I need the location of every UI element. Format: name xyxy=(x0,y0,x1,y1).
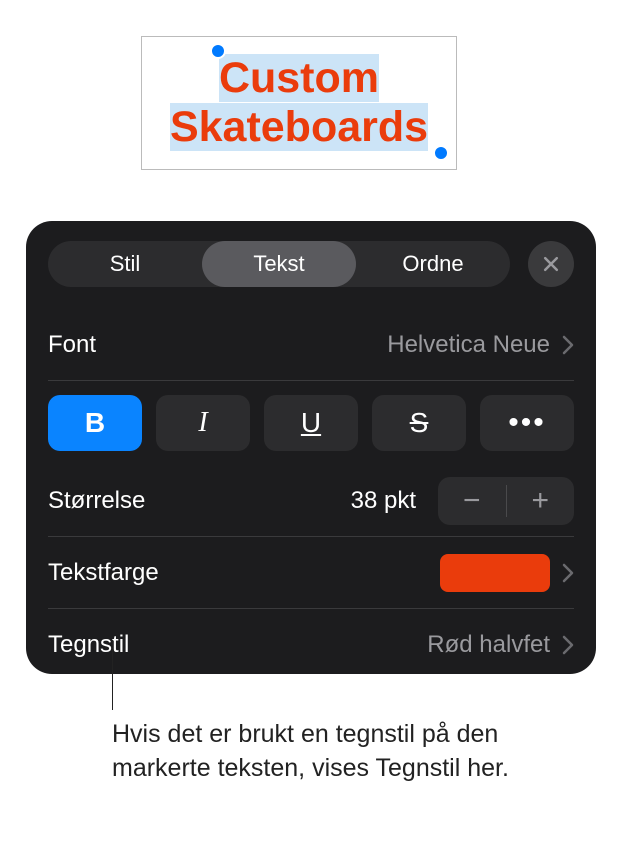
size-stepper: − + xyxy=(438,477,574,525)
close-icon xyxy=(541,254,561,274)
rows-container: Font Helvetica Neue B I U S ••• xyxy=(26,309,596,681)
bold-button[interactable]: B xyxy=(48,395,142,451)
more-icon: ••• xyxy=(508,406,546,440)
selected-text[interactable]: Custom Skateboards xyxy=(170,54,428,153)
italic-button[interactable]: I xyxy=(156,395,250,451)
style-buttons: B I U S ••• xyxy=(48,395,574,451)
textcolor-row[interactable]: Tekstfarge xyxy=(48,537,574,609)
minus-icon: − xyxy=(463,484,481,518)
textcolor-right xyxy=(440,554,574,592)
more-styles-button[interactable]: ••• xyxy=(480,395,574,451)
chevron-right-icon xyxy=(562,335,574,355)
tab-tekst[interactable]: Tekst xyxy=(202,241,356,287)
bold-icon: B xyxy=(85,407,105,439)
chevron-right-icon xyxy=(562,563,574,583)
callout-line xyxy=(112,640,113,710)
strikethrough-button[interactable]: S xyxy=(372,395,466,451)
textcolor-label: Tekstfarge xyxy=(48,559,159,587)
text-line-1: Custom xyxy=(219,54,379,102)
charstyle-value: Rød halvfet xyxy=(427,631,550,659)
font-row[interactable]: Font Helvetica Neue xyxy=(48,309,574,381)
strikethrough-icon: S xyxy=(410,407,429,439)
chevron-right-icon xyxy=(562,635,574,655)
size-row: Størrelse 38 pkt − + xyxy=(48,465,574,537)
selection-handle-end[interactable] xyxy=(433,145,449,161)
color-swatch[interactable] xyxy=(440,554,550,592)
plus-icon: + xyxy=(531,484,549,518)
text-line-2: Skateboards xyxy=(170,103,428,151)
text-box[interactable]: Custom Skateboards xyxy=(141,36,457,170)
format-panel: Stil Tekst Ordne Font Helvetica Neue B I xyxy=(26,221,596,674)
tab-stil[interactable]: Stil xyxy=(48,241,202,287)
underline-button[interactable]: U xyxy=(264,395,358,451)
size-label: Størrelse xyxy=(48,487,351,515)
tab-ordne[interactable]: Ordne xyxy=(356,241,510,287)
charstyle-label: Tegnstil xyxy=(48,631,129,659)
tabs: Stil Tekst Ordne xyxy=(48,241,510,287)
selection-handle-start[interactable] xyxy=(210,43,226,59)
italic-icon: I xyxy=(198,407,207,439)
tab-row: Stil Tekst Ordne xyxy=(26,241,596,287)
callout-text: Hvis det er brukt en tegnstil på den mar… xyxy=(112,718,532,786)
underline-icon: U xyxy=(301,407,321,439)
font-value: Helvetica Neue xyxy=(387,331,550,359)
size-increase-button[interactable]: + xyxy=(507,477,575,525)
font-label: Font xyxy=(48,331,96,359)
font-value-container: Helvetica Neue xyxy=(387,331,574,359)
charstyle-value-container: Rød halvfet xyxy=(427,631,574,659)
close-button[interactable] xyxy=(528,241,574,287)
size-value: 38 pkt xyxy=(351,487,416,515)
size-decrease-button[interactable]: − xyxy=(438,477,506,525)
charstyle-row[interactable]: Tegnstil Rød halvfet xyxy=(48,609,574,681)
